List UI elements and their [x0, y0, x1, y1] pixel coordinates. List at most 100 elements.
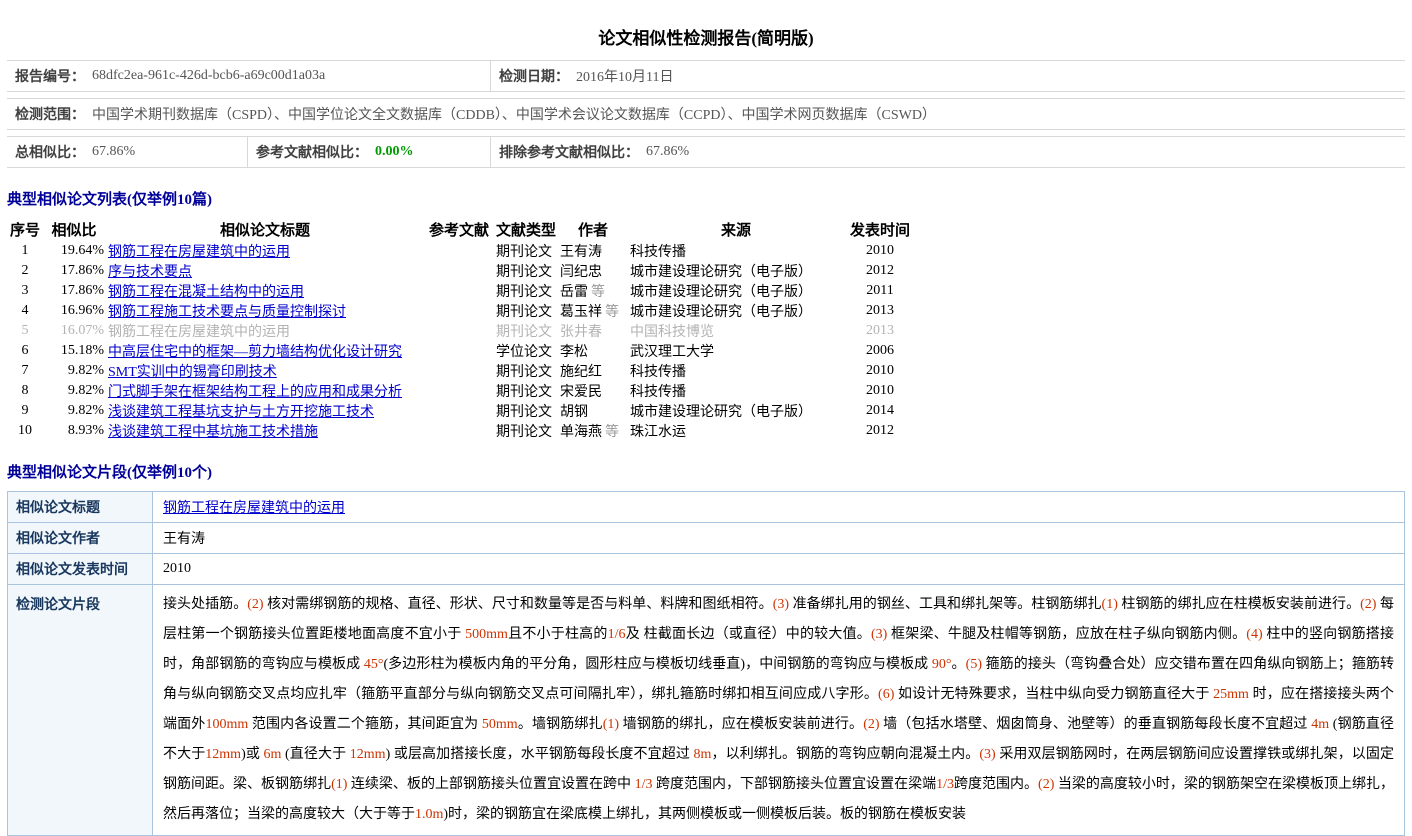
similar-paper-list-heading: 典型相似论文列表(仅举例10篇): [7, 188, 1405, 209]
report-number-label: 报告编号：: [15, 66, 85, 86]
paper-ratio: 9.82%: [42, 361, 106, 381]
paper-reference-cell: [424, 381, 494, 401]
paper-reference-cell: [424, 281, 494, 301]
paper-index: 6: [8, 341, 42, 361]
report-date-cell: 检测日期： 2016年10月11日: [490, 61, 1405, 91]
paper-reference-cell: [424, 261, 494, 281]
col-header-type: 文献类型: [494, 218, 558, 241]
paper-title-link[interactable]: SMT实训中的锡膏印刷技术: [108, 365, 277, 380]
paper-type: 学位论文: [494, 341, 558, 361]
fragment-title-row: 相似论文标题 钢筋工程在房屋建筑中的运用: [8, 492, 1405, 523]
excl-reference-similarity-value: 67.86%: [646, 144, 689, 160]
similar-paper-row: 6 15.18% 中高层住宅中的框架—剪力墙结构优化设计研究 学位论文 李松 武…: [8, 341, 916, 361]
paper-reference-cell: [424, 321, 494, 341]
reference-similarity-value: 0.00%: [375, 144, 414, 160]
col-header-source: 来源: [628, 218, 844, 241]
et-al-marker: 等: [591, 285, 605, 300]
paper-reference-cell: [424, 301, 494, 321]
paper-title-link[interactable]: 钢筋工程在房屋建筑中的运用: [108, 245, 290, 260]
col-header-year: 发表时间: [844, 218, 916, 241]
paper-index: 1: [8, 241, 42, 261]
paper-author-cell: 王有涛: [558, 241, 628, 261]
page-title: 论文相似性检测报告(简明版): [7, 24, 1405, 49]
fragment-author-label: 相似论文作者: [8, 523, 153, 554]
paper-type: 期刊论文: [494, 281, 558, 301]
paper-title-cell: 序与技术要点: [106, 261, 424, 281]
paper-author-cell: 胡钢: [558, 401, 628, 421]
similar-fragment-heading: 典型相似论文片段(仅举例10个): [7, 461, 1405, 482]
col-header-no: 序号: [8, 218, 42, 241]
paper-author-cell: 施纪红: [558, 361, 628, 381]
paper-title-link[interactable]: 门式脚手架在框架结构工程上的应用和成果分析: [108, 385, 402, 400]
paper-ratio: 9.82%: [42, 381, 106, 401]
paper-title-cell: 钢筋工程在混凝土结构中的运用: [106, 281, 424, 301]
paper-title-link[interactable]: 中高层住宅中的框架—剪力墙结构优化设计研究: [108, 345, 402, 360]
paper-index: 10: [8, 421, 42, 441]
detection-scope-cell: 检测范围： 中国学术期刊数据库（CSPD）、中国学位论文全文数据库（CDDB）、…: [7, 99, 1405, 129]
paper-source: 武汉理工大学: [628, 341, 844, 361]
excl-reference-similarity-label: 排除参考文献相似比：: [499, 142, 639, 162]
paper-type: 期刊论文: [494, 301, 558, 321]
paper-source: 城市建设理论研究（电子版）: [628, 301, 844, 321]
paper-year: 2012: [844, 261, 916, 281]
paper-title-text: 钢筋工程在房屋建筑中的运用: [108, 325, 290, 340]
paper-source: 城市建设理论研究（电子版）: [628, 401, 844, 421]
paper-year: 2010: [844, 381, 916, 401]
paper-title-link[interactable]: 浅谈建筑工程基坑支护与土方开挖施工技术: [108, 405, 374, 420]
paper-author-cell: 张井春: [558, 321, 628, 341]
paper-index: 4: [8, 301, 42, 321]
paper-author-cell: 闫纪忠: [558, 261, 628, 281]
paper-year: 2012: [844, 421, 916, 441]
paper-title-cell: 钢筋工程在房屋建筑中的运用: [106, 241, 424, 261]
reference-similarity-cell: 参考文献相似比： 0.00%: [247, 137, 490, 167]
fragment-year-row: 相似论文发表时间 2010: [8, 554, 1405, 585]
paper-index: 8: [8, 381, 42, 401]
similar-paper-list-table: 序号 相似比 相似论文标题 参考文献 文献类型 作者 来源 发表时间 1 19.…: [8, 218, 916, 441]
list-header-row: 序号 相似比 相似论文标题 参考文献 文献类型 作者 来源 发表时间: [8, 218, 916, 241]
total-similarity-label: 总相似比：: [15, 142, 85, 162]
paper-ratio: 15.18%: [42, 341, 106, 361]
report-number-cell: 报告编号： 68dfc2ea-961c-426d-bcb6-a69c00d1a0…: [7, 61, 490, 91]
paper-title-link[interactable]: 序与技术要点: [108, 265, 192, 280]
report-date-label: 检测日期：: [499, 66, 569, 86]
paper-index: 5: [8, 321, 42, 341]
paper-ratio: 16.96%: [42, 301, 106, 321]
col-header-ratio: 相似比: [42, 218, 106, 241]
paper-title-cell: 钢筋工程施工技术要点与质量控制探讨: [106, 301, 424, 321]
report-page: 论文相似性检测报告(简明版) 报告编号： 68dfc2ea-961c-426d-…: [0, 24, 1412, 836]
col-header-reference: 参考文献: [424, 218, 494, 241]
fragment-author-row: 相似论文作者 王有涛: [8, 523, 1405, 554]
paper-title-link[interactable]: 钢筋工程在混凝土结构中的运用: [108, 285, 304, 300]
fragment-title-label: 相似论文标题: [8, 492, 153, 523]
paper-index: 2: [8, 261, 42, 281]
paper-author-cell: 李松: [558, 341, 628, 361]
paper-title-cell: 中高层住宅中的框架—剪力墙结构优化设计研究: [106, 341, 424, 361]
paper-title-link[interactable]: 钢筋工程施工技术要点与质量控制探讨: [108, 305, 346, 320]
excl-reference-similarity-cell: 排除参考文献相似比： 67.86%: [490, 137, 1405, 167]
fragment-text-label: 检测论文片段: [8, 585, 153, 836]
fragment-title-link[interactable]: 钢筋工程在房屋建筑中的运用: [163, 501, 345, 516]
paper-author-cell: 岳雷等: [558, 281, 628, 301]
similar-paper-row: 9 9.82% 浅谈建筑工程基坑支护与土方开挖施工技术 期刊论文 胡钢 城市建设…: [8, 401, 916, 421]
similar-paper-row: 3 17.86% 钢筋工程在混凝土结构中的运用 期刊论文 岳雷等 城市建设理论研…: [8, 281, 916, 301]
paper-title-cell: SMT实训中的锡膏印刷技术: [106, 361, 424, 381]
total-similarity-value: 67.86%: [92, 144, 135, 160]
paper-title-cell: 门式脚手架在框架结构工程上的应用和成果分析: [106, 381, 424, 401]
similar-paper-row: 10 8.93% 浅谈建筑工程中基坑施工技术措施 期刊论文 单海燕等 珠江水运 …: [8, 421, 916, 441]
paper-title-link[interactable]: 浅谈建筑工程中基坑施工技术措施: [108, 425, 318, 440]
similar-paper-row: 8 9.82% 门式脚手架在框架结构工程上的应用和成果分析 期刊论文 宋爱民 科…: [8, 381, 916, 401]
paper-year: 2013: [844, 321, 916, 341]
report-date-value: 2016年10月11日: [576, 66, 673, 86]
report-meta-band: 报告编号： 68dfc2ea-961c-426d-bcb6-a69c00d1a0…: [7, 60, 1405, 92]
paper-year: 2006: [844, 341, 916, 361]
paper-ratio: 8.93%: [42, 421, 106, 441]
paper-source: 科技传播: [628, 241, 844, 261]
detection-scope-band: 检测范围： 中国学术期刊数据库（CSPD）、中国学位论文全文数据库（CDDB）、…: [7, 98, 1405, 130]
report-number-value: 68dfc2ea-961c-426d-bcb6-a69c00d1a03a: [92, 68, 325, 84]
paper-year: 2010: [844, 241, 916, 261]
paper-author-cell: 葛玉祥等: [558, 301, 628, 321]
fragment-year-value: 2010: [153, 554, 1405, 585]
similar-paper-row: 2 17.86% 序与技术要点 期刊论文 闫纪忠 城市建设理论研究（电子版） 2…: [8, 261, 916, 281]
paper-ratio: 17.86%: [42, 281, 106, 301]
paper-source: 中国科技博览: [628, 321, 844, 341]
